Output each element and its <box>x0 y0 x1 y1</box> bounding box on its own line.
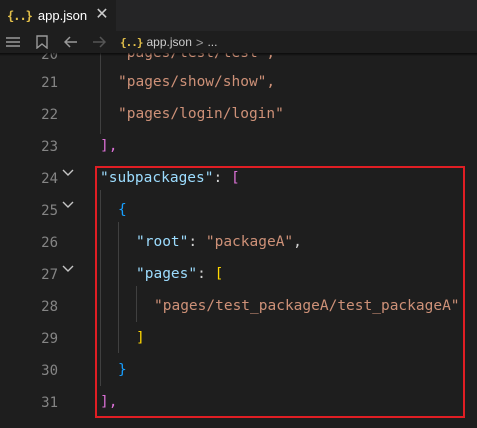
code-line: "pages/show/show", <box>118 74 276 90</box>
fold-chevron-icon[interactable] <box>62 198 76 212</box>
list-icon[interactable] <box>4 33 22 51</box>
indent-guide <box>100 53 101 134</box>
breadcrumb-more[interactable]: ... <box>207 35 217 49</box>
json-file-icon: {..} <box>7 8 33 23</box>
line-number: 27 <box>41 267 58 283</box>
tab-label: app.json <box>37 8 88 23</box>
breadcrumb: {..} app.json > ... <box>120 31 217 53</box>
line-number: 26 <box>41 235 58 251</box>
fold-chevron-icon[interactable] <box>62 262 76 276</box>
line-number: 21 <box>41 75 58 91</box>
breadcrumb-file[interactable]: app.json <box>147 35 192 49</box>
json-file-icon: {..} <box>120 35 143 49</box>
line-number: 28 <box>41 299 58 315</box>
forward-arrow-icon[interactable] <box>90 33 108 51</box>
editor-toolbar: {..} app.json > ... <box>0 31 477 53</box>
tab-bar: {..} app.json ✕ <box>0 0 477 31</box>
highlight-box <box>95 166 465 418</box>
tab-app-json[interactable]: {..} app.json ✕ <box>0 0 116 31</box>
line-number: 23 <box>41 139 58 155</box>
scroll-shadow <box>0 53 477 56</box>
chevron-right-icon: > <box>195 34 204 50</box>
bookmark-icon[interactable] <box>33 33 51 51</box>
line-number: 29 <box>41 331 58 347</box>
code-line: ], <box>100 138 118 154</box>
line-number: 22 <box>41 107 58 123</box>
line-number: 24 <box>41 171 58 187</box>
line-number: 25 <box>41 203 58 219</box>
code-line: "pages/login/login" <box>118 106 284 122</box>
line-number: 31 <box>41 395 58 411</box>
line-number: 30 <box>41 363 58 379</box>
fold-chevron-icon[interactable] <box>62 166 76 180</box>
close-icon[interactable]: ✕ <box>93 5 111 25</box>
back-arrow-icon[interactable] <box>62 33 80 51</box>
